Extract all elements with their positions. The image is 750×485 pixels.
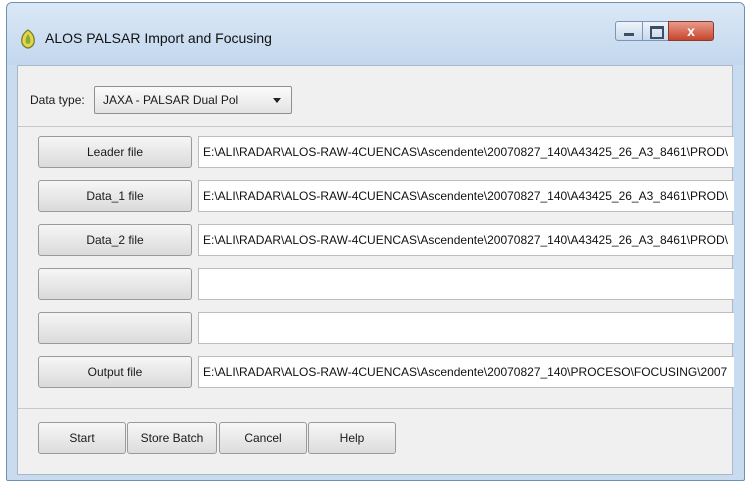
cancel-button[interactable]: Cancel xyxy=(219,422,307,454)
empty-file-path-2[interactable] xyxy=(198,312,734,344)
data-type-label: Data type: xyxy=(30,93,85,107)
output-file-path[interactable]: E:\ALI\RADAR\ALOS-RAW-4CUENCAS\Ascendent… xyxy=(198,356,734,388)
data1-file-path[interactable]: E:\ALI\RADAR\ALOS-RAW-4CUENCAS\Ascendent… xyxy=(198,180,734,212)
empty-file-button-2[interactable] xyxy=(38,312,192,344)
maximize-icon[interactable] xyxy=(642,21,669,41)
help-button[interactable]: Help xyxy=(308,422,396,454)
data2-file-row: Data_2 file E:\ALI\RADAR\ALOS-RAW-4CUENC… xyxy=(18,218,734,262)
file-list: Leader file E:\ALI\RADAR\ALOS-RAW-4CUENC… xyxy=(18,130,734,409)
action-bar: Start Store Batch Cancel Help xyxy=(18,408,732,474)
leader-file-button[interactable]: Leader file xyxy=(38,136,192,168)
window-title: ALOS PALSAR Import and Focusing xyxy=(45,30,272,46)
start-button[interactable]: Start xyxy=(38,422,126,454)
data-type-select[interactable]: JAXA - PALSAR Dual Pol xyxy=(94,86,292,114)
data-type-selected: JAXA - PALSAR Dual Pol xyxy=(103,93,239,107)
empty-file-row-1 xyxy=(18,262,734,306)
close-glyph: x xyxy=(687,23,695,39)
store-batch-button[interactable]: Store Batch xyxy=(127,422,217,454)
app-window: ALOS PALSAR Import and Focusing x Data t… xyxy=(6,2,745,481)
data2-file-path[interactable]: E:\ALI\RADAR\ALOS-RAW-4CUENCAS\Ascendent… xyxy=(198,224,734,256)
data2-file-button[interactable]: Data_2 file xyxy=(38,224,192,256)
close-icon[interactable]: x xyxy=(668,21,714,41)
output-file-button[interactable]: Output file xyxy=(38,356,192,388)
title-bar[interactable]: ALOS PALSAR Import and Focusing x xyxy=(7,3,744,65)
leader-file-row: Leader file E:\ALI\RADAR\ALOS-RAW-4CUENC… xyxy=(18,130,734,174)
leader-file-path[interactable]: E:\ALI\RADAR\ALOS-RAW-4CUENCAS\Ascendent… xyxy=(198,136,734,168)
empty-file-button-1[interactable] xyxy=(38,268,192,300)
output-file-row: Output file E:\ALI\RADAR\ALOS-RAW-4CUENC… xyxy=(18,350,734,394)
dropdown-arrow-icon xyxy=(273,98,281,103)
data-type-row: Data type: JAXA - PALSAR Dual Pol xyxy=(18,66,732,127)
empty-file-row-2 xyxy=(18,306,734,350)
empty-file-path-1[interactable] xyxy=(198,268,734,300)
data1-file-row: Data_1 file E:\ALI\RADAR\ALOS-RAW-4CUENC… xyxy=(18,174,734,218)
dialog-body: Data type: JAXA - PALSAR Dual Pol Leader… xyxy=(17,65,734,475)
minimize-icon[interactable] xyxy=(615,21,643,41)
app-icon xyxy=(21,29,35,49)
data1-file-button[interactable]: Data_1 file xyxy=(38,180,192,212)
